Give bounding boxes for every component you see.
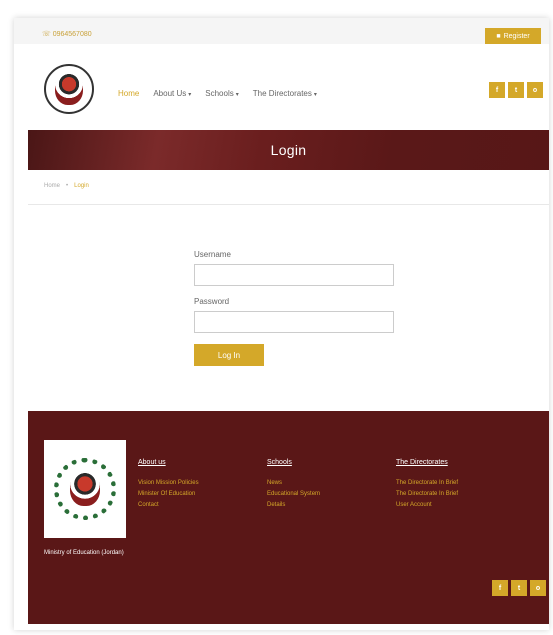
instagram-icon[interactable]: o	[527, 82, 543, 98]
chevron-down-icon: ▾	[235, 92, 239, 98]
seal-ring	[54, 458, 116, 520]
footer-org-name: Ministry of Education (Jordan)	[44, 550, 124, 556]
nav-item-home[interactable]: Home	[118, 89, 139, 98]
page-banner: Login	[28, 130, 549, 170]
divider	[28, 204, 549, 205]
footer-link[interactable]: News	[267, 480, 377, 486]
coat-of-arms-icon	[70, 472, 100, 506]
username-label: Username	[194, 250, 231, 259]
chevron-down-icon: ▾	[313, 92, 317, 98]
username-input[interactable]	[194, 264, 394, 286]
password-input[interactable]	[194, 311, 394, 333]
ministry-logo[interactable]	[44, 64, 94, 114]
twitter-icon[interactable]: t	[511, 580, 527, 596]
login-form: Username Password Log In	[194, 250, 394, 366]
footer-link[interactable]: The Directorate In Brief	[396, 491, 506, 497]
coat-of-arms-icon	[55, 73, 83, 105]
footer-link[interactable]: The Directorate In Brief	[396, 480, 506, 486]
page-frame: ☏ 0964567080 ■ Register Home About Us ▾ S…	[14, 18, 549, 630]
footer-link[interactable]: Educational System	[267, 491, 377, 497]
instagram-icon[interactable]: o	[530, 580, 546, 596]
facebook-icon[interactable]: f	[489, 82, 505, 98]
nav-item-directorates[interactable]: The Directorates ▾	[253, 89, 317, 98]
breadcrumb: Home • Login	[44, 183, 89, 189]
user-icon: ■	[496, 32, 501, 40]
footer-col-title: Schools	[267, 459, 292, 466]
footer-link[interactable]: Details	[267, 502, 377, 508]
footer-col-schools: Schools News Educational System Details	[267, 459, 377, 513]
header-social-links: f t o	[489, 82, 543, 98]
footer-logo	[44, 440, 126, 538]
main-nav: Home About Us ▾ Schools ▾ The Directorates…	[118, 89, 317, 98]
footer-link[interactable]: Minister Of Education	[138, 491, 248, 497]
phone-number[interactable]: ☏ 0964567080	[42, 30, 92, 38]
nav-item-schools[interactable]: Schools ▾	[205, 89, 238, 98]
register-button[interactable]: ■ Register	[485, 28, 541, 44]
footer-col-title: About us	[138, 459, 166, 466]
breadcrumb-current: Login	[74, 183, 89, 189]
chevron-down-icon: ▾	[188, 92, 192, 98]
password-label: Password	[194, 297, 230, 306]
site-header: Home About Us ▾ Schools ▾ The Directorates…	[14, 44, 549, 130]
footer-col-about: About us Vision Mission Policies Ministe…	[138, 459, 248, 513]
register-label: Register	[503, 32, 530, 40]
footer-col-title: The Directorates	[396, 459, 448, 466]
breadcrumb-home[interactable]: Home	[44, 183, 60, 189]
footer-link[interactable]: User Account	[396, 502, 506, 508]
breadcrumb-separator: •	[66, 183, 69, 189]
site-footer: Ministry of Education (Jordan) About us …	[28, 411, 549, 624]
top-bar: ☏ 0964567080 ■ Register	[14, 18, 549, 44]
nav-item-about-us[interactable]: About Us ▾	[153, 89, 191, 98]
login-button[interactable]: Log In	[194, 344, 264, 366]
footer-col-directorates: The Directorates The Directorate In Brie…	[396, 459, 506, 513]
footer-link[interactable]: Contact	[138, 502, 248, 508]
page-title: Login	[270, 142, 307, 158]
facebook-icon[interactable]: f	[492, 580, 508, 596]
footer-social-links: f t o	[492, 580, 546, 596]
twitter-icon[interactable]: t	[508, 82, 524, 98]
footer-link[interactable]: Vision Mission Policies	[138, 480, 248, 486]
